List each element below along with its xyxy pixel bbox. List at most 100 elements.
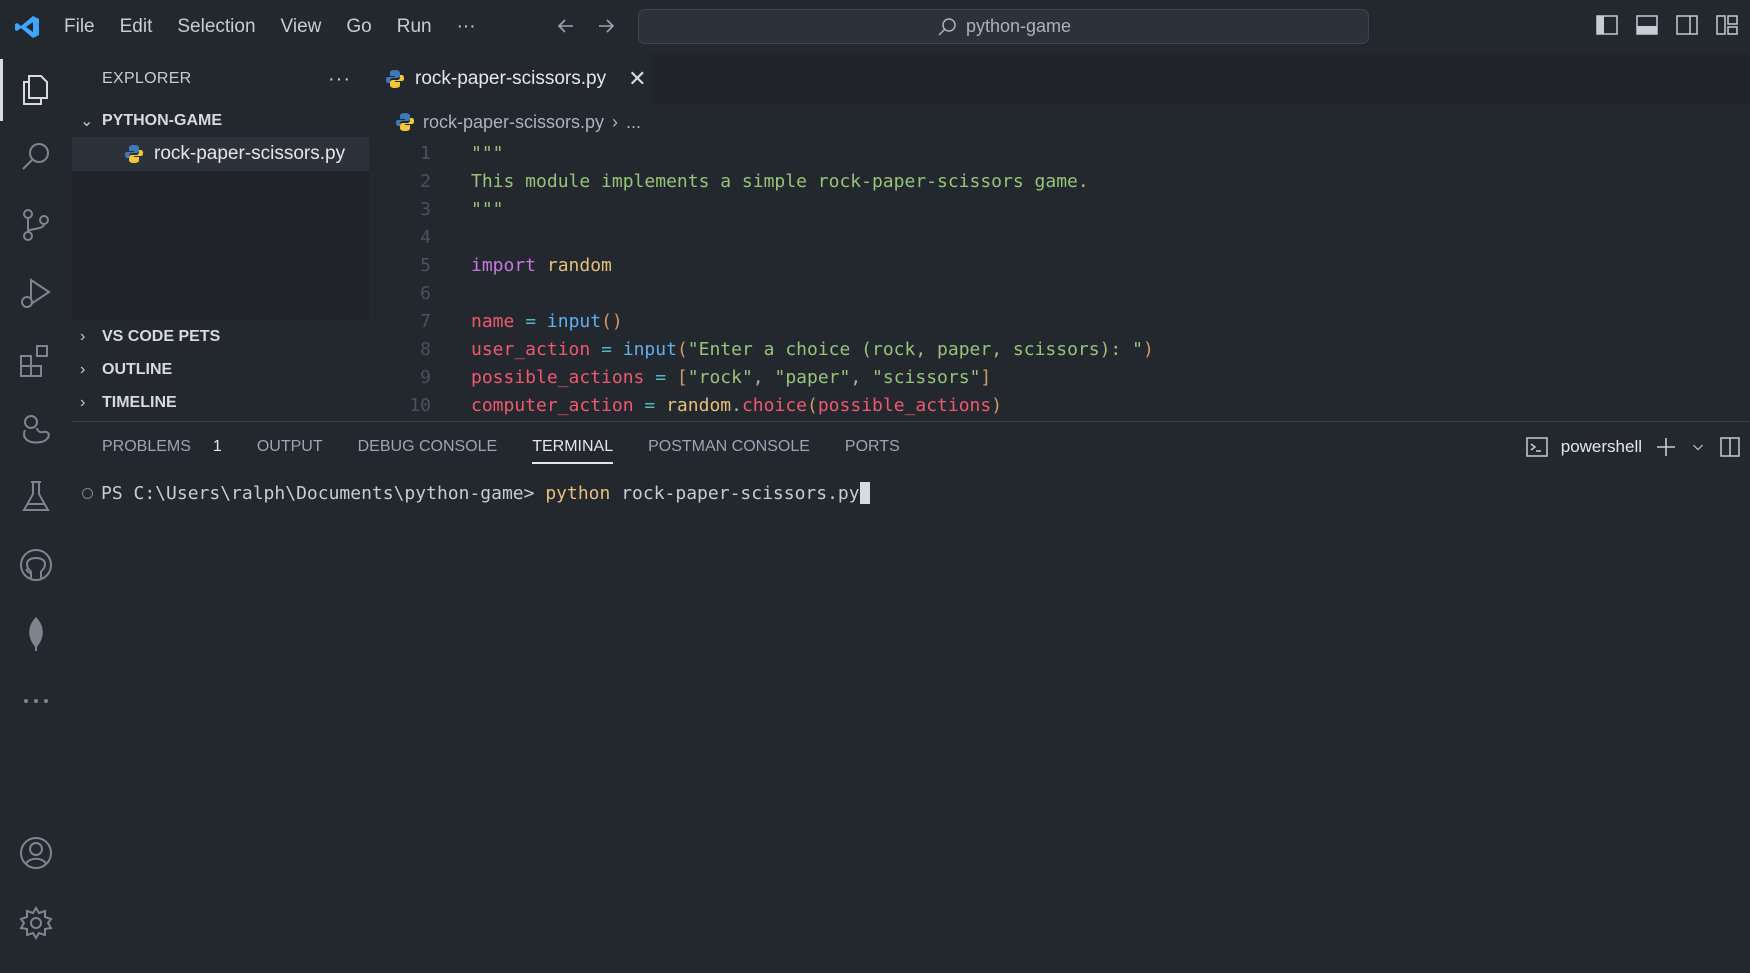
folder-label: PYTHON-GAME <box>102 112 222 129</box>
command-center-search[interactable]: python-game <box>638 9 1369 44</box>
chevron-down-icon[interactable] <box>1690 439 1706 455</box>
folder-python-game[interactable]: ⌄ PYTHON-GAME <box>72 105 369 137</box>
tab-postman-console[interactable]: POSTMAN CONSOLE <box>648 422 810 472</box>
code-line: 6 <box>369 279 1750 307</box>
file-label: rock-paper-scissors.py <box>154 143 346 164</box>
explorer-empty-area <box>72 171 369 320</box>
customize-layout-icon[interactable] <box>1714 12 1740 38</box>
pets-duck-icon[interactable] <box>16 409 56 449</box>
tab-ports[interactable]: PORTS <box>845 422 900 472</box>
python-file-icon <box>396 113 414 131</box>
explorer-icon[interactable] <box>16 69 56 109</box>
toggle-secondary-sidebar-icon[interactable] <box>1674 12 1700 38</box>
forward-arrow-icon[interactable] <box>593 13 619 39</box>
file-item-rock-paper-scissors[interactable]: rock-paper-scissors.py <box>72 137 369 171</box>
menu-edit[interactable]: Edit <box>120 16 153 38</box>
section-vs-code-pets[interactable]: › VS CODE PETS <box>72 320 369 353</box>
code-line: 1 """ <box>369 139 1750 167</box>
chevron-right-icon: › <box>80 360 86 378</box>
python-file-icon <box>125 145 143 163</box>
section-label: OUTLINE <box>102 360 173 378</box>
panel-tabs: PROBLEMS 1 OUTPUT DEBUG CONSOLE TERMINAL … <box>102 422 900 472</box>
section-label: TIMELINE <box>102 393 177 411</box>
explorer-title: EXPLORER <box>102 70 192 87</box>
title-bar: File Edit Selection View Go Run ··· pyth… <box>0 0 1750 53</box>
explorer-more-actions[interactable]: ··· <box>328 68 351 91</box>
terminal-prompt-line[interactable]: PS C:\Users\ralph\Documents\python-game>… <box>82 482 870 504</box>
code-line: 8 user_action = input("Enter a choice (r… <box>369 335 1750 363</box>
editor-tab-bar: rock-paper-scissors.py ✕ <box>369 53 1750 105</box>
run-debug-icon[interactable] <box>16 273 56 313</box>
tab-problems[interactable]: PROBLEMS 1 <box>102 422 222 472</box>
code-text: possible_actions = ["rock", "paper", "sc… <box>471 366 992 388</box>
code-line: 2 This module implements a simple rock-p… <box>369 167 1750 195</box>
collapsed-sections: › VS CODE PETS › OUTLINE › TIMELINE <box>72 320 369 419</box>
tab-rock-paper-scissors[interactable]: rock-paper-scissors.py ✕ <box>369 53 651 105</box>
mongodb-leaf-icon[interactable] <box>16 613 56 653</box>
breadcrumb-symbols[interactable]: ... <box>626 112 641 133</box>
split-terminal-icon[interactable] <box>1718 435 1742 459</box>
breadcrumb-file[interactable]: rock-paper-scissors.py <box>423 112 604 133</box>
more-views-icon[interactable] <box>16 681 56 721</box>
section-timeline[interactable]: › TIMELINE <box>72 386 369 419</box>
menu-run[interactable]: Run <box>397 16 432 38</box>
terminal-shell-name[interactable]: powershell <box>1561 437 1642 457</box>
explorer-sidebar: EXPLORER ··· ⌄ PYTHON-GAME rock-paper-sc… <box>72 53 369 420</box>
active-indicator <box>0 59 3 121</box>
settings-gear-icon[interactable] <box>16 903 56 943</box>
section-label: VS CODE PETS <box>102 327 221 345</box>
code-line: 9 possible_actions = ["rock", "paper", "… <box>369 363 1750 391</box>
extensions-icon[interactable] <box>16 341 56 381</box>
section-outline[interactable]: › OUTLINE <box>72 353 369 386</box>
code-line: 3 """ <box>369 195 1750 223</box>
line-number: 9 <box>420 366 431 388</box>
terminal-shell-icon <box>1525 437 1548 457</box>
code-line: 5 import random <box>369 251 1750 279</box>
terminal-command-arg: rock-paper-scissors.py <box>610 482 860 504</box>
new-terminal-plus-icon[interactable] <box>1654 435 1678 459</box>
tab-debug-console[interactable]: DEBUG CONSOLE <box>358 422 498 472</box>
chevron-right-icon: › <box>80 327 86 345</box>
back-arrow-icon[interactable] <box>553 13 579 39</box>
accounts-icon[interactable] <box>16 833 56 873</box>
testing-flask-icon[interactable] <box>16 477 56 517</box>
close-icon[interactable]: ✕ <box>628 66 646 92</box>
line-number: 4 <box>420 226 431 248</box>
search-view-icon[interactable] <box>16 137 56 177</box>
line-number: 6 <box>420 282 431 304</box>
menu-view[interactable]: View <box>281 16 322 38</box>
line-number: 5 <box>420 254 431 276</box>
code-editor[interactable]: 1 """ 2 This module implements a simple … <box>369 139 1750 421</box>
code-text: name = input() <box>471 310 623 332</box>
menu-bar: File Edit Selection View Go Run ··· <box>64 0 501 53</box>
command-decoration-icon <box>82 487 93 499</box>
explorer-header: EXPLORER ··· <box>72 53 369 105</box>
source-control-icon[interactable] <box>16 205 56 245</box>
menu-selection[interactable]: Selection <box>177 16 255 38</box>
line-number: 7 <box>420 310 431 332</box>
code-text: user_action = input("Enter a choice (roc… <box>471 338 1154 360</box>
search-icon <box>938 17 956 36</box>
line-number: 1 <box>420 142 431 164</box>
terminal-actions: powershell <box>1525 430 1750 464</box>
code-text: """ <box>471 142 504 164</box>
line-number: 3 <box>420 198 431 220</box>
tab-terminal[interactable]: TERMINAL <box>532 422 613 472</box>
menu-go[interactable]: Go <box>346 16 371 38</box>
code-text: computer_action = random.choice(possible… <box>471 394 1003 416</box>
activity-bar <box>0 53 72 973</box>
terminal-command: python <box>545 482 611 504</box>
github-icon[interactable] <box>16 545 56 585</box>
tab-output[interactable]: OUTPUT <box>257 422 323 472</box>
line-number: 2 <box>420 170 431 192</box>
layout-controls <box>1594 12 1750 38</box>
line-number: 8 <box>420 338 431 360</box>
python-file-icon <box>386 70 404 88</box>
menu-more[interactable]: ··· <box>457 16 476 38</box>
toggle-primary-sidebar-icon[interactable] <box>1594 12 1620 38</box>
chevron-down-icon: ⌄ <box>80 113 94 130</box>
line-number: 10 <box>409 394 431 416</box>
toggle-panel-icon[interactable] <box>1634 12 1660 38</box>
menu-file[interactable]: File <box>64 16 95 38</box>
problems-count-badge: 1 <box>212 438 222 455</box>
